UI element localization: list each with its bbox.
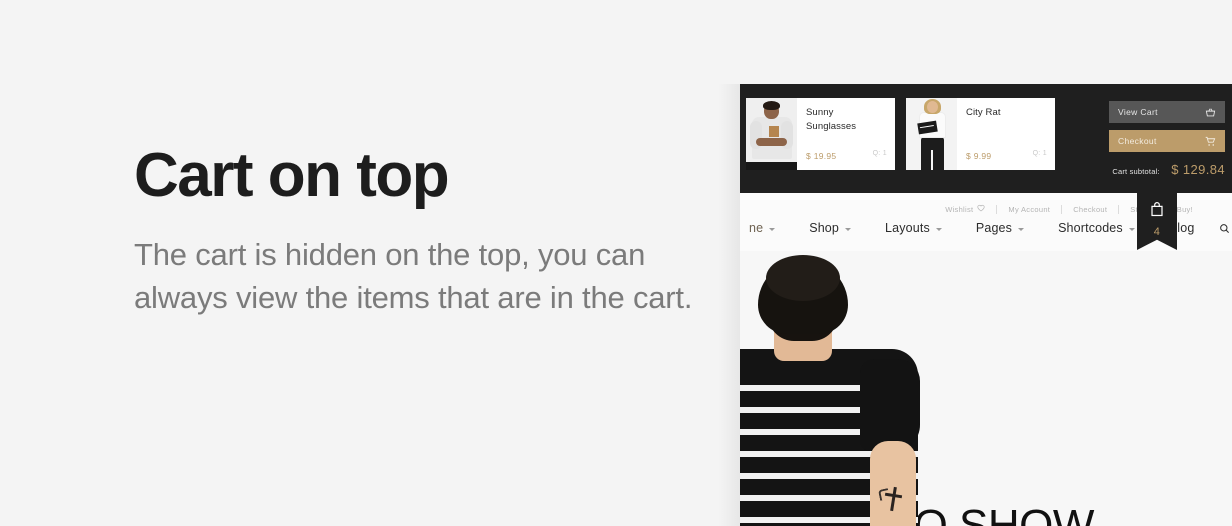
checkout-button[interactable]: Checkout xyxy=(1109,130,1225,152)
nav-item-label: Shortcodes xyxy=(1058,221,1123,235)
shopping-bag-icon xyxy=(1150,201,1164,222)
basket-icon xyxy=(1205,107,1216,118)
product-thumbnail xyxy=(746,98,797,170)
view-cart-label: View Cart xyxy=(1118,107,1158,117)
cart-subtotal-value: $ 129.84 xyxy=(1171,162,1225,177)
nav-item-layouts[interactable]: Layouts xyxy=(868,221,959,235)
nav-item-pages[interactable]: Pages xyxy=(959,221,1041,235)
utility-link-label: Wishlist xyxy=(945,204,974,214)
utility-link-label: My Account xyxy=(1008,204,1051,214)
product-quantity: Q: 1 xyxy=(1032,150,1047,157)
site-preview: Sunny Sunglasses $ 19.95 Q: 1 City Rat $… xyxy=(740,84,1232,526)
cart-dropdown-panel: Sunny Sunglasses $ 19.95 Q: 1 City Rat $… xyxy=(740,84,1232,193)
product-name: City Rat xyxy=(966,107,1001,118)
utility-link-checkout[interactable]: Checkout xyxy=(1062,205,1118,214)
product-price: $ 9.99 xyxy=(966,151,992,161)
chevron-down-icon xyxy=(1128,227,1135,231)
cart-subtotal: Cart subtotal: $ 129.84 xyxy=(1109,161,1225,179)
cart-count-badge: 4 xyxy=(1153,226,1161,238)
hero-banner: TO SHOW YOUR FACE xyxy=(740,251,1232,526)
chevron-down-icon xyxy=(769,227,776,231)
cart-actions: View Cart Checkout Cart subtotal: $ 129.… xyxy=(1109,101,1225,179)
mock-edge-shadow xyxy=(718,84,740,526)
promo-block: Cart on top The cart is hidden on the to… xyxy=(134,143,694,320)
chevron-down-icon xyxy=(845,227,852,231)
nav-item-label: Pages xyxy=(975,221,1013,235)
chevron-down-icon xyxy=(1018,227,1025,231)
nav-item-shop[interactable]: Shop xyxy=(792,221,868,235)
nav-item-label: Shop xyxy=(809,221,840,235)
cart-subtotal-label: Cart subtotal: xyxy=(1112,167,1160,176)
checkout-label: Checkout xyxy=(1118,136,1157,146)
nav-item-home[interactable]: ne xyxy=(740,221,792,235)
hero-model-image xyxy=(740,251,1232,526)
page-subtitle: The cart is hidden on the top, you can a… xyxy=(134,237,693,315)
cart-item[interactable]: Sunny Sunglasses $ 19.95 Q: 1 xyxy=(746,98,895,170)
nav-item-label: Layouts xyxy=(885,221,930,235)
nav-item-shortcodes[interactable]: Shortcodes xyxy=(1041,221,1152,235)
product-name: Sunny Sunglasses xyxy=(806,107,857,132)
nav-item-label: ne xyxy=(749,221,764,235)
utility-link-my-account[interactable]: My Account xyxy=(997,205,1061,214)
page-title: Cart on top xyxy=(134,141,450,210)
product-price: $ 19.95 xyxy=(806,151,837,161)
product-quantity: Q: 1 xyxy=(872,150,887,157)
utility-link-wishlist[interactable]: Wishlist xyxy=(934,204,996,214)
view-cart-button[interactable]: View Cart xyxy=(1109,101,1225,123)
utility-link-label: Checkout xyxy=(1073,204,1108,214)
heart-icon xyxy=(977,204,986,214)
cart-item-list: Sunny Sunglasses $ 19.95 Q: 1 City Rat $… xyxy=(746,98,1055,170)
shopping-cart-icon xyxy=(1205,136,1216,147)
chevron-down-icon xyxy=(935,227,942,231)
product-thumbnail xyxy=(906,98,957,170)
cart-item[interactable]: City Rat $ 9.99 Q: 1 xyxy=(906,98,1055,170)
search-icon[interactable] xyxy=(1211,223,1232,234)
utility-link-label: Buy! xyxy=(1176,204,1193,214)
